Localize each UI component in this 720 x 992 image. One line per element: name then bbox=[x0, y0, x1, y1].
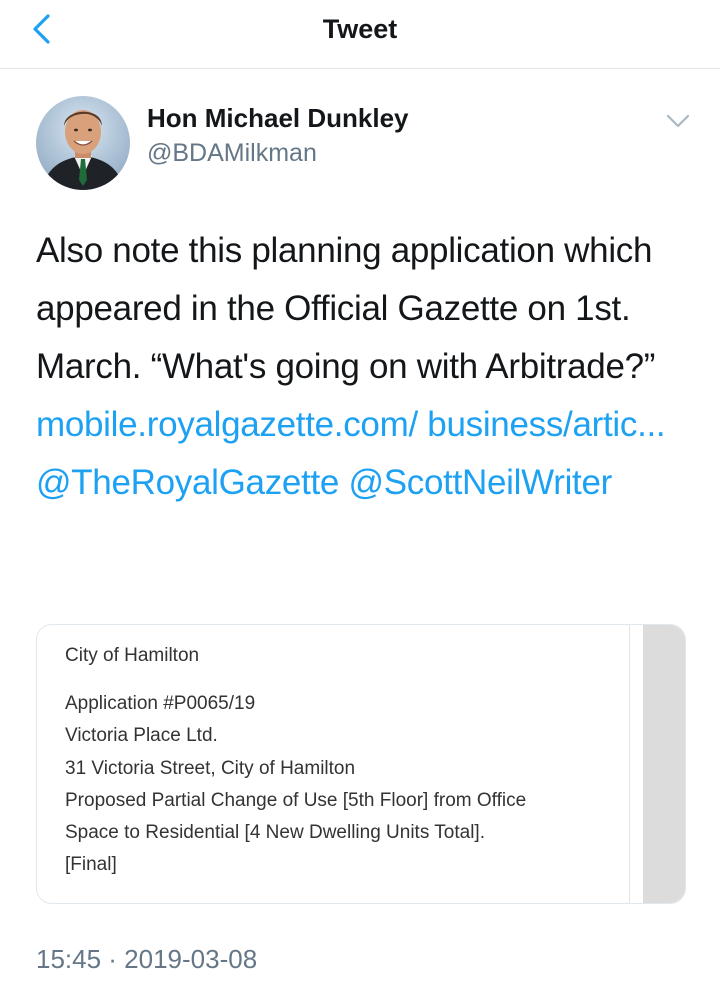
mention-scott-neil-writer[interactable]: @ScottNeilWriter bbox=[349, 463, 613, 502]
mention-the-royal-gazette[interactable]: @TheRoyalGazette bbox=[36, 463, 339, 502]
notice-address: 31 Victoria Street, City of Hamilton bbox=[65, 758, 356, 779]
tweet-header: Hon Michael Dunkley @BDAMilkman bbox=[0, 69, 720, 209]
author-handle[interactable]: @BDAMilkman bbox=[147, 139, 317, 168]
avatar-image bbox=[36, 96, 130, 190]
avatar[interactable] bbox=[36, 96, 130, 190]
notice-application-number: Application #P0065/19 bbox=[65, 693, 256, 714]
tweet-text: Also note this planning application whic… bbox=[36, 222, 696, 512]
author-display-name[interactable]: Hon Michael Dunkley bbox=[147, 103, 409, 134]
notice-applicant: Victoria Place Ltd. bbox=[65, 725, 218, 746]
notice-description-line-2: Space to Residential [4 New Dwelling Uni… bbox=[65, 822, 485, 843]
tweet-menu-button[interactable] bbox=[664, 109, 692, 133]
image-edge-shading bbox=[643, 625, 685, 903]
notice-heading: City of Hamilton bbox=[65, 645, 200, 666]
chevron-down-icon bbox=[666, 114, 690, 128]
attached-image-card[interactable]: City of Hamilton Application #P0065/19 V… bbox=[36, 624, 686, 904]
tweet-text-body: Also note this planning application whic… bbox=[36, 231, 656, 386]
notice-description-line-1: Proposed Partial Change of Use [5th Floo… bbox=[65, 790, 527, 811]
notice-status: [Final] bbox=[65, 854, 117, 875]
page-title: Tweet bbox=[322, 14, 398, 44]
tweet-link-url[interactable]: mobile.royalgazette.com/ business/artic.… bbox=[36, 405, 666, 444]
tweet-timestamp: 15:45 · 2019-03-08 bbox=[36, 944, 258, 974]
navigation-bar: Tweet bbox=[0, 0, 720, 69]
gazette-notice-image: City of Hamilton Application #P0065/19 V… bbox=[37, 625, 630, 903]
